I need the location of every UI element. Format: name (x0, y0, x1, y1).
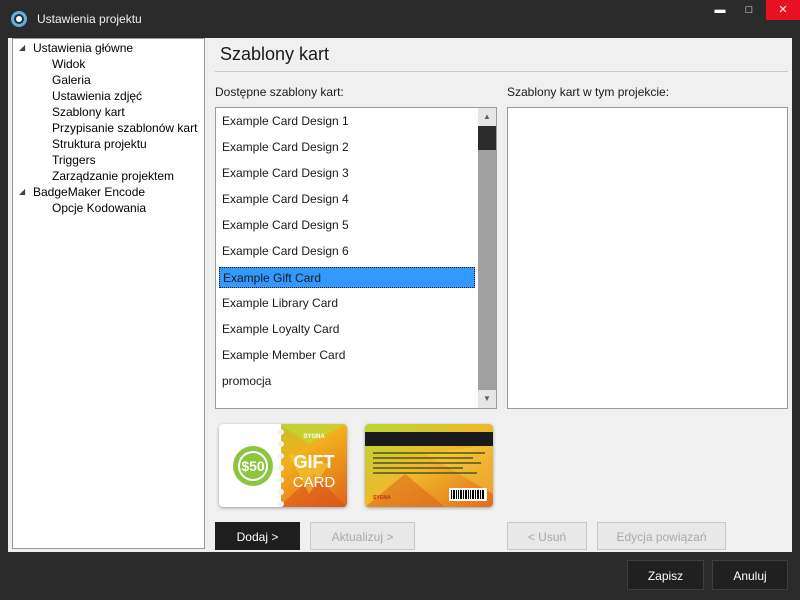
project-templates-label: Szablony kart w tym projekcie: (507, 85, 670, 99)
maximize-button[interactable]: □ (733, 0, 765, 20)
settings-tree[interactable]: ◢ Ustawienia główne Widok Galeria Ustawienia… (12, 38, 205, 549)
template-list-item[interactable]: promocja (217, 371, 477, 392)
scroll-up-icon[interactable]: ▲ (478, 108, 496, 126)
title-divider (215, 71, 788, 72)
available-templates-list[interactable]: Example Card Design 1 Example Card Design… (215, 107, 497, 409)
scroll-thumb[interactable] (478, 126, 496, 150)
available-templates-label: Dostępne szablony kart: (215, 85, 344, 99)
tree-expand-icon[interactable]: ◢ (19, 184, 27, 200)
template-list-item[interactable]: Example Card Design 2 (217, 137, 477, 158)
template-list-item[interactable]: Example Card Design 5 (217, 215, 477, 236)
edit-links-button[interactable]: Edycja powiązań (597, 522, 726, 550)
template-list-item[interactable]: Example Card Design 3 (217, 163, 477, 184)
template-list-item[interactable]: Example Card Design 4 (217, 189, 477, 210)
close-icon: ✕ (778, 4, 788, 16)
settings-client-area: ◢ Ustawienia główne Widok Galeria Ustawienia… (8, 38, 792, 552)
tree-item[interactable]: Zarządzanie projektem (52, 168, 174, 184)
tree-item[interactable]: Opcje Kodowania (52, 200, 146, 216)
list-scrollbar[interactable]: ▲ ▼ (478, 108, 496, 408)
minimize-button[interactable]: ▬ (704, 0, 736, 20)
tree-group-item[interactable]: Ustawienia główne (33, 40, 133, 56)
gift-card-brand: SYGNA (303, 434, 325, 440)
minimize-icon: ▬ (714, 4, 726, 16)
gift-card-amount: $50 (241, 458, 265, 474)
template-list-item[interactable]: Example Card Design 1 (217, 111, 477, 132)
tree-item[interactable]: Ustawienia zdjęć (52, 88, 142, 104)
gift-card-word-gift: GIFT (294, 452, 335, 472)
template-list-item[interactable]: Example Loyalty Card (217, 319, 477, 340)
app-icon (11, 11, 27, 27)
project-templates-list[interactable] (507, 107, 788, 409)
card-preview-front: $50 SYGNA GIFT CARD (219, 424, 347, 507)
close-button[interactable]: ✕ (766, 0, 800, 20)
gift-card-front-image: $50 SYGNA GIFT CARD (219, 424, 347, 507)
card-preview-back: SYGNA (365, 424, 493, 507)
template-list-item[interactable]: Example Card Design 6 (217, 241, 477, 262)
tree-item[interactable]: Przypisanie szablonów kart (52, 120, 197, 136)
template-list-item[interactable]: Example Gift Card (219, 267, 475, 288)
save-button[interactable]: Zapisz (627, 560, 704, 590)
tree-item[interactable]: Szablony kart (52, 104, 125, 120)
tree-expand-icon[interactable]: ◢ (19, 40, 27, 56)
tree-item[interactable]: Galeria (52, 72, 91, 88)
tree-group-item[interactable]: BadgeMaker Encode (33, 184, 145, 200)
template-list-item[interactable]: Example Member Card (217, 345, 477, 366)
remove-button[interactable]: < Usuń (507, 522, 587, 550)
template-list-item[interactable]: Example Library Card (217, 293, 477, 314)
tree-item[interactable]: Struktura projektu (52, 136, 147, 152)
card-back-brand: SYGNA (373, 495, 391, 501)
maximize-icon: □ (745, 4, 753, 16)
add-button[interactable]: Dodaj > (215, 522, 300, 550)
window-title: Ustawienia projektu (37, 12, 142, 26)
page-title: Szablony kart (220, 44, 330, 64)
dialog-footer: Zapisz Anuluj (0, 552, 800, 600)
title-bar: Ustawienia projektu ▬ □ ✕ (0, 0, 800, 38)
scroll-down-icon[interactable]: ▼ (478, 390, 496, 408)
tree-item[interactable]: Widok (52, 56, 85, 72)
tree-item[interactable]: Triggers (52, 152, 96, 168)
cancel-button[interactable]: Anuluj (712, 560, 788, 590)
gift-card-word-card: CARD (293, 474, 336, 491)
update-button[interactable]: Aktualizuj > (310, 522, 415, 550)
gift-card-back-image: SYGNA (365, 424, 493, 507)
